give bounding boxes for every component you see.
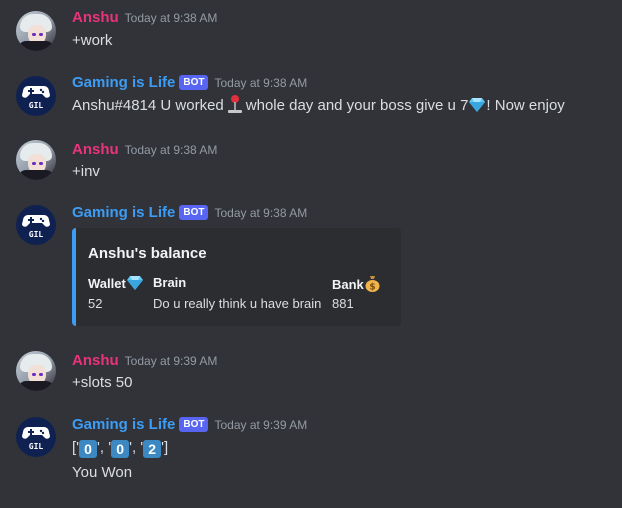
gem-stone-icon xyxy=(469,98,486,112)
slots-bracket: '] xyxy=(161,439,169,456)
bot-avatar[interactable]: GIL xyxy=(16,417,56,457)
bot-badge: BOT xyxy=(179,205,209,220)
message-text: Anshu#4814 U worked whole day and your bo… xyxy=(72,95,565,117)
slots-bracket: [' xyxy=(72,439,80,456)
bot-badge: BOT xyxy=(179,75,209,90)
timestamp: Today at 9:38 AM xyxy=(124,11,218,25)
message-text-part: ! Now enjoy xyxy=(486,97,565,114)
timestamp: Today at 9:38 AM xyxy=(124,143,218,157)
gamepad-gil-icon: GIL xyxy=(22,86,50,110)
timestamp: Today at 9:38 AM xyxy=(214,76,308,90)
embed-title: Anshu's balance xyxy=(88,245,207,262)
round-pushpin-icon xyxy=(227,95,242,113)
embed-field-name-brain: Brain xyxy=(153,275,187,290)
slots-separator: ', ' xyxy=(129,439,144,456)
message-text: You Won xyxy=(72,464,133,481)
bot-avatar[interactable]: GIL xyxy=(16,76,56,116)
message-text-part: Anshu#4814 U worked xyxy=(72,97,224,114)
message-text-part: whole day and your boss give u 7 xyxy=(245,97,469,114)
author-name[interactable]: Anshu xyxy=(72,352,119,369)
gem-stone-icon xyxy=(126,276,143,290)
message-text: +inv xyxy=(72,163,100,180)
author-name[interactable]: Anshu xyxy=(72,141,119,158)
slots-separator: ', ' xyxy=(97,439,112,456)
embed-field-name-wallet: Wallet xyxy=(88,275,144,291)
timestamp: Today at 9:38 AM xyxy=(214,206,308,220)
message-text: +slots 50 xyxy=(72,374,133,391)
timestamp: Today at 9:39 AM xyxy=(124,354,218,368)
bot-avatar[interactable]: GIL xyxy=(16,205,56,245)
embed-field-name-bank: Bank $ xyxy=(332,275,381,292)
user-avatar[interactable] xyxy=(16,140,56,180)
keycap-digit: 2 xyxy=(143,440,162,458)
money-bag-icon: $ xyxy=(365,276,380,293)
balance-embed: Anshu's balance Wallet 52 Brain Do u rea… xyxy=(72,228,401,326)
gamepad-gil-icon: GIL xyxy=(22,215,50,239)
author-name[interactable]: Gaming is Life xyxy=(72,416,175,433)
author-name[interactable]: Gaming is Life xyxy=(72,74,175,91)
user-avatar[interactable] xyxy=(16,351,56,391)
bot-badge: BOT xyxy=(179,417,209,432)
svg-text:GIL: GIL xyxy=(29,230,44,239)
timestamp: Today at 9:39 AM xyxy=(214,418,308,432)
gamepad-gil-icon: GIL xyxy=(22,427,50,451)
author-name[interactable]: Anshu xyxy=(72,9,119,26)
field-label: Bank xyxy=(332,277,364,292)
field-label: Wallet xyxy=(88,276,126,291)
keycap-digit: 0 xyxy=(79,440,98,458)
keycap-digit: 0 xyxy=(111,440,130,458)
author-name[interactable]: Gaming is Life xyxy=(72,204,175,221)
user-avatar[interactable] xyxy=(16,11,56,51)
message-text: +work xyxy=(72,32,113,49)
embed-field-value-brain: Do u really think u have brain xyxy=(153,296,322,311)
svg-text:GIL: GIL xyxy=(29,101,44,110)
svg-text:$: $ xyxy=(369,283,375,293)
svg-text:GIL: GIL xyxy=(29,442,44,451)
embed-field-value-wallet: 52 xyxy=(88,296,103,311)
embed-field-value-bank: 881 xyxy=(332,296,354,311)
slots-result: [' 0 ', ' 0 ', ' 2 '] xyxy=(72,437,168,459)
